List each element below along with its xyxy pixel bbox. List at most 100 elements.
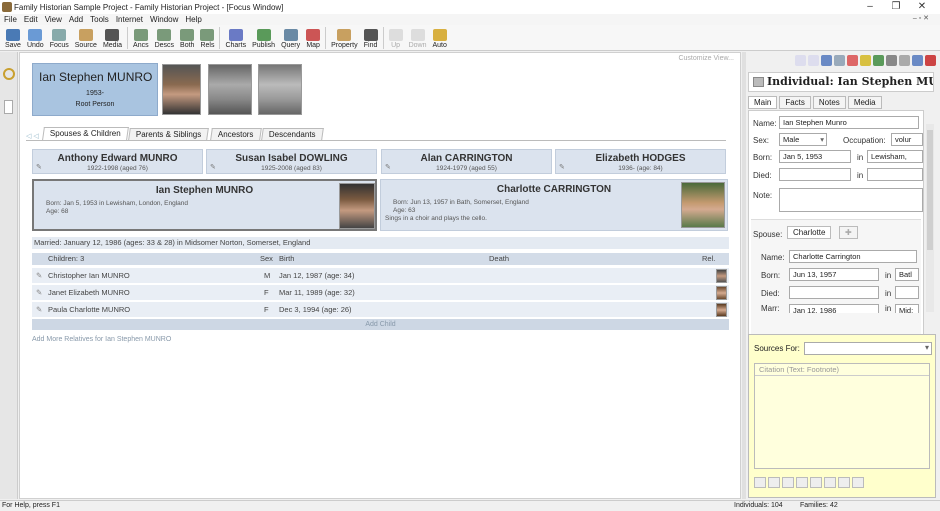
document-icon[interactable] (4, 100, 13, 114)
menu-tools[interactable]: Tools (90, 15, 109, 24)
gear-icon[interactable] (838, 476, 850, 488)
down-button[interactable]: Down (406, 25, 430, 50)
name-field[interactable]: Ian Stephen Munro (779, 116, 919, 129)
table-row[interactable]: ✎ Janet Elizabeth MUNRO F Mar 11, 1989 (… (32, 285, 729, 301)
customize-view-link[interactable]: Customize View... (678, 55, 734, 62)
child-thumbnail[interactable] (716, 286, 727, 300)
undo-button[interactable]: Undo (24, 25, 47, 50)
spouse-name-field[interactable]: Charlotte Carrington (789, 250, 917, 263)
media-button[interactable]: Media (100, 25, 125, 50)
note-field[interactable] (779, 188, 923, 212)
delete-source-icon[interactable] (810, 476, 822, 488)
tab-parents-siblings[interactable]: Parents & Siblings (128, 128, 210, 140)
table-row[interactable]: ✎ Christopher Ian MUNRO M Jan 12, 1987 (… (32, 268, 729, 284)
spouse-tab-charlotte[interactable]: Charlotte (787, 226, 832, 239)
paste-source-icon[interactable] (796, 476, 808, 488)
edit-pen-icon[interactable]: ✎ (36, 302, 42, 318)
citation-list[interactable]: Citation (Text: Footnote) (754, 363, 930, 469)
close-icon[interactable]: ✕ (908, 0, 936, 14)
sort-icon[interactable] (886, 54, 897, 66)
save-button[interactable]: Save (2, 25, 24, 50)
search-icon[interactable] (834, 54, 845, 66)
menu-view[interactable]: View (45, 15, 62, 24)
portrait-photo[interactable] (681, 182, 725, 228)
sex-column-header[interactable]: Sex (260, 253, 273, 265)
born-date-field[interactable]: Jan 5, 1953 (779, 150, 851, 163)
forward-icon[interactable] (852, 476, 864, 488)
vertical-scrollbar[interactable] (926, 124, 934, 312)
add-more-relatives-link[interactable]: Add More Relatives for Ian Stephen MUNRO (32, 336, 171, 343)
publish-button[interactable]: Publish (249, 25, 278, 50)
tab-main[interactable]: Main (748, 96, 778, 109)
notes-icon[interactable] (860, 54, 871, 66)
sex-select[interactable]: Male ▾ (779, 133, 827, 146)
source-button[interactable]: Source (72, 25, 100, 50)
cut-source-icon[interactable] (824, 476, 836, 488)
flag-icon[interactable] (873, 54, 884, 66)
died-date-field[interactable] (779, 168, 851, 181)
menu-window[interactable]: Window (150, 15, 178, 24)
edit-source-icon[interactable] (768, 476, 780, 488)
up-button[interactable]: Up (386, 25, 406, 50)
descendants-button[interactable]: Descs (152, 25, 177, 50)
tab-descendants[interactable]: Descendants (261, 128, 324, 140)
scrollbar-thumb[interactable] (927, 130, 933, 250)
copy-source-icon[interactable] (782, 476, 794, 488)
portrait-photo[interactable] (162, 64, 201, 115)
back-icon[interactable] (795, 54, 806, 66)
query-button[interactable]: Query (278, 25, 303, 50)
edit-pen-icon[interactable]: ✎ (36, 285, 42, 301)
parent-box[interactable]: Anthony Edward MUNRO 1922-1998 (aged 76)… (32, 149, 203, 174)
portrait-photo[interactable] (258, 64, 302, 115)
maximize-icon[interactable]: ❐ (882, 0, 910, 14)
root-person-box[interactable]: Ian Stephen MUNRO 1953- Root Person (32, 63, 158, 116)
rel-column-header[interactable]: Rel. (702, 253, 715, 265)
spouse-born-place-field[interactable]: Batl (895, 268, 919, 281)
focus-person-box[interactable]: Ian Stephen MUNRO Born: Jan 5, 1953 in L… (32, 179, 377, 231)
spouse-died-place-field[interactable] (895, 286, 919, 299)
portrait-photo[interactable] (208, 64, 252, 115)
auto-button[interactable]: Auto (430, 25, 450, 50)
both-button[interactable]: Both (177, 25, 197, 50)
death-column-header[interactable]: Death (489, 253, 509, 265)
parent-box[interactable]: Susan Isabel DOWLING 1925-2008 (aged 83)… (206, 149, 377, 174)
charts-button[interactable]: Charts (222, 25, 249, 50)
forward-icon[interactable] (808, 54, 819, 66)
edit-pen-icon[interactable]: ✎ (559, 163, 565, 171)
property-button[interactable]: Property (328, 25, 360, 50)
birth-column-header[interactable]: Birth (279, 253, 294, 265)
focus-button[interactable]: Focus (47, 25, 72, 50)
edit-pen-icon[interactable]: ✎ (210, 163, 216, 171)
table-row[interactable]: ✎ Paula Charlotte MUNRO F Dec 3, 1994 (a… (32, 302, 729, 318)
add-child-button[interactable]: Add Child (32, 319, 729, 330)
tab-media[interactable]: Media (847, 96, 882, 109)
parent-box[interactable]: Alan CARRINGTON 1924-1979 (aged 55) ✎ (381, 149, 552, 174)
ancestors-button[interactable]: Ancs (130, 25, 152, 50)
menu-add[interactable]: Add (69, 15, 83, 24)
mdi-controls-icon[interactable]: – ▫ ✕ (913, 14, 929, 22)
spouse-born-date-field[interactable]: Jun 13, 1957 (789, 268, 879, 281)
born-place-field[interactable]: Lewisham, (867, 150, 923, 163)
marriage-date-field[interactable]: Jan 12, 1986 (789, 304, 879, 313)
parent-box[interactable]: Elizabeth HODGES 1936- (age: 84) ✎ (555, 149, 726, 174)
child-thumbnail[interactable] (716, 303, 727, 317)
menu-file[interactable]: File (4, 15, 17, 24)
edit-pen-icon[interactable]: ✎ (385, 163, 391, 171)
close-icon[interactable] (925, 54, 936, 66)
spouse-box[interactable]: Charlotte CARRINGTON Born: Jun 13, 1957 … (380, 179, 728, 231)
find-button[interactable]: Find (361, 25, 381, 50)
marriage-place-field[interactable]: Mid: (895, 304, 919, 313)
window-icon[interactable] (912, 54, 923, 66)
up-icon[interactable] (821, 54, 832, 66)
spouse-died-date-field[interactable] (789, 286, 879, 299)
add-source-icon[interactable] (754, 476, 766, 488)
occupation-field[interactable]: volur (891, 133, 923, 146)
menu-internet[interactable]: Internet (116, 15, 143, 24)
add-spouse-tab[interactable]: ✚ (839, 226, 858, 239)
portrait-photo[interactable] (339, 183, 375, 229)
edit-pen-icon[interactable]: ✎ (36, 163, 42, 171)
back-arrow-icon[interactable]: ◁ ◁ (26, 132, 39, 140)
relatives-button[interactable]: Rels (197, 25, 217, 50)
tab-ancestors[interactable]: Ancestors (209, 128, 262, 140)
gear-icon[interactable] (899, 54, 910, 66)
